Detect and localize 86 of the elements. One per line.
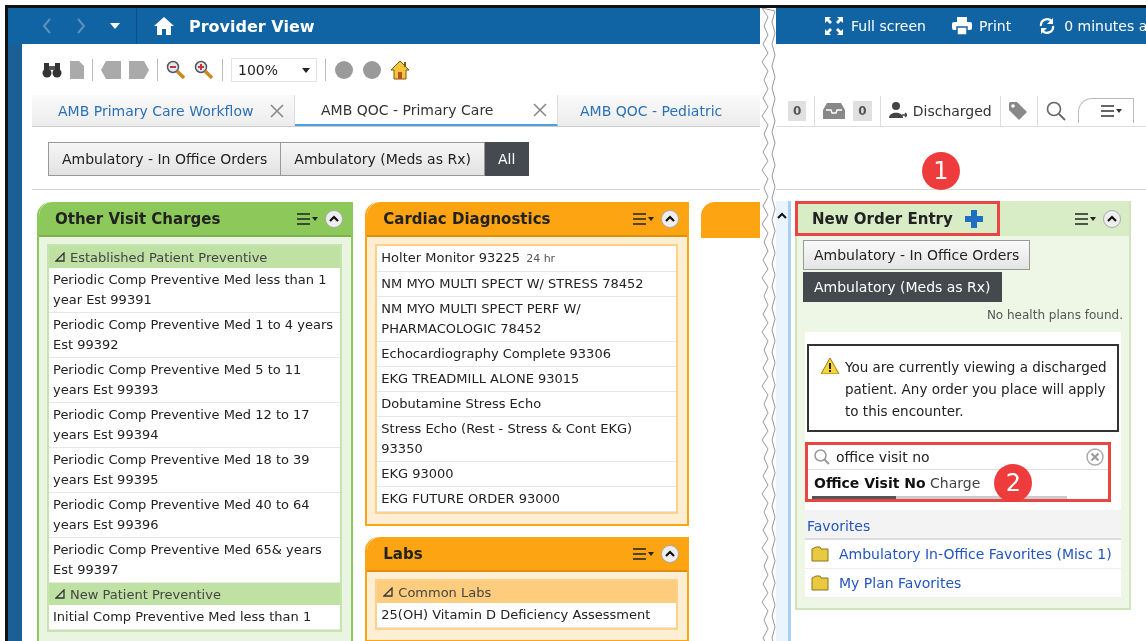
order-name[interactable]: Holter Monitor 93225 bbox=[381, 250, 521, 265]
info-text: No health plans found. bbox=[986, 308, 1123, 322]
zoom-select[interactable]: 100% bbox=[231, 58, 317, 82]
warning-text: You are currently viewing a discharged patient. Any order you place will apply to this encounter. bbox=[845, 358, 1107, 421]
tab[interactable]: AMB QOC - Primary Care bbox=[295, 95, 558, 126]
tab[interactable]: AMB QOC - Pediatric bbox=[558, 95, 733, 126]
menu-icon bbox=[1100, 105, 1123, 117]
order-item[interactable]: Periodic Comp Preventive Med 12 to 17 years Est 99394 bbox=[49, 403, 341, 448]
caret-icon[interactable] bbox=[110, 23, 120, 29]
filter-button[interactable]: Ambulatory (Meds as Rx) bbox=[281, 142, 485, 176]
expand-triangle-icon[interactable] bbox=[55, 589, 65, 599]
order-item[interactable]: Echocardiography Complete 93306 bbox=[377, 342, 677, 367]
component-header bbox=[701, 202, 760, 238]
order-item[interactable]: Dobutamine Stress Echo bbox=[377, 392, 677, 417]
component-title: New Order Entry bbox=[812, 209, 953, 228]
clear-icon[interactable] bbox=[1086, 448, 1104, 466]
section-label[interactable]: Favorites bbox=[807, 518, 871, 534]
search-icon[interactable] bbox=[1045, 100, 1066, 121]
close-icon[interactable] bbox=[270, 103, 284, 118]
order-item[interactable]: Periodic Comp Preventive Med 40 to 64 years Est 99396 bbox=[49, 493, 341, 538]
page-title: Provider View bbox=[189, 16, 315, 36]
search-field[interactable]: office visit no bbox=[836, 449, 1080, 465]
close-icon[interactable] bbox=[533, 102, 547, 117]
count-badge: 0 bbox=[853, 100, 872, 121]
count-badge: 0 bbox=[788, 100, 807, 121]
binoculars-icon[interactable] bbox=[42, 62, 62, 78]
callout-badge: 1 bbox=[922, 152, 960, 190]
zoom-in-icon[interactable] bbox=[194, 60, 214, 80]
component-title: Labs bbox=[383, 544, 424, 563]
favorite-link[interactable]: Ambulatory In-Office Favorites (Misc 1) bbox=[839, 546, 1112, 562]
order-item[interactable]: NM MYO MULTI SPECT W/ STRESS 78452 bbox=[377, 272, 677, 297]
circle-icon[interactable] bbox=[362, 60, 382, 80]
search-icon bbox=[814, 449, 830, 465]
menu-icon[interactable] bbox=[633, 212, 656, 225]
caret-icon bbox=[302, 67, 310, 73]
order-item[interactable]: Stress Echo (Rest - Stress & Cont EKG) 93350 bbox=[377, 417, 677, 462]
filter-button[interactable]: Ambulatory - In Office Orders bbox=[48, 142, 282, 176]
order-item[interactable]: EKG TREADMILL ALONE 93015 bbox=[377, 367, 677, 392]
order-item[interactable]: Periodic Comp Preventive Med less than 1 year Est 99391 bbox=[49, 268, 341, 313]
order-item[interactable]: EKG FUTURE ORDER 93000 bbox=[377, 487, 677, 512]
header-action[interactable]: Print bbox=[951, 17, 1012, 35]
home-icon[interactable] bbox=[153, 16, 175, 36]
tag-icon[interactable] bbox=[1008, 101, 1029, 120]
callout-badge: 2 bbox=[994, 464, 1033, 502]
menu-icon[interactable] bbox=[297, 212, 320, 225]
order-item[interactable]: Periodic Comp Preventive Med 5 to 11 years Est 99393 bbox=[49, 358, 341, 403]
order-note: 24 hr bbox=[526, 252, 556, 265]
zoom-out-icon[interactable] bbox=[166, 60, 186, 80]
menu-icon[interactable] bbox=[633, 547, 656, 560]
folder-icon bbox=[811, 546, 829, 562]
component-title: Other Visit Charges bbox=[55, 209, 222, 228]
header-action[interactable]: 0 minutes a bbox=[1037, 17, 1146, 35]
person-icon bbox=[888, 101, 907, 120]
menu-icon[interactable] bbox=[1075, 212, 1097, 225]
order-item[interactable]: Periodic Comp Preventive Med 1 to 4 years Est 99392 bbox=[49, 313, 341, 358]
favorite-link[interactable]: My Plan Favorites bbox=[839, 575, 962, 591]
expand-triangle-icon[interactable] bbox=[55, 252, 65, 262]
order-item[interactable]: 25(OH) Vitamin D Deficiency Assessment bbox=[377, 603, 677, 628]
fullscreen-icon[interactable] bbox=[824, 16, 844, 36]
print-icon[interactable] bbox=[951, 17, 972, 35]
folder-button[interactable]: Ambulatory - In Office Orders bbox=[803, 240, 1031, 270]
circle-icon[interactable] bbox=[334, 60, 354, 80]
collapse-icon[interactable] bbox=[661, 209, 680, 228]
group-header[interactable]: Established Patient Preventive bbox=[49, 246, 341, 268]
group-header[interactable]: New Patient Preventive bbox=[49, 583, 341, 605]
menu-tab[interactable] bbox=[1077, 98, 1134, 123]
component-title: Cardiac Diagnostics bbox=[383, 209, 552, 228]
plus-icon[interactable] bbox=[964, 209, 983, 228]
group-header[interactable]: Common Labs bbox=[377, 581, 677, 603]
order-item[interactable]: Periodic Comp Preventive Med 18 to 39 years Est 99395 bbox=[49, 448, 341, 493]
home-icon[interactable] bbox=[390, 60, 410, 80]
filter-button[interactable]: All bbox=[484, 142, 530, 176]
patient-status: Discharged bbox=[888, 101, 992, 120]
order-item[interactable]: EKG 93000 bbox=[377, 462, 677, 487]
collapse-icon[interactable] bbox=[661, 544, 680, 563]
header-action[interactable]: Full screen bbox=[824, 16, 926, 36]
folder-button[interactable]: Ambulatory (Meds as Rx) bbox=[803, 272, 1002, 302]
expand-triangle-icon[interactable] bbox=[383, 587, 394, 597]
collapse-icon[interactable] bbox=[1103, 209, 1121, 228]
order-item[interactable]: Initial Comp Preventive Med less than 1 bbox=[49, 605, 341, 630]
collapse-icon[interactable] bbox=[325, 209, 344, 228]
suggestion-item[interactable]: Office Visit No Charge bbox=[814, 475, 981, 491]
order-item[interactable]: NM MYO MULTI SPECT PERF W/ PHARMACOLOGIC 78452 bbox=[377, 297, 677, 342]
folder-icon bbox=[811, 575, 829, 591]
warning-icon bbox=[821, 358, 839, 374]
inbox-icon[interactable] bbox=[823, 102, 846, 119]
